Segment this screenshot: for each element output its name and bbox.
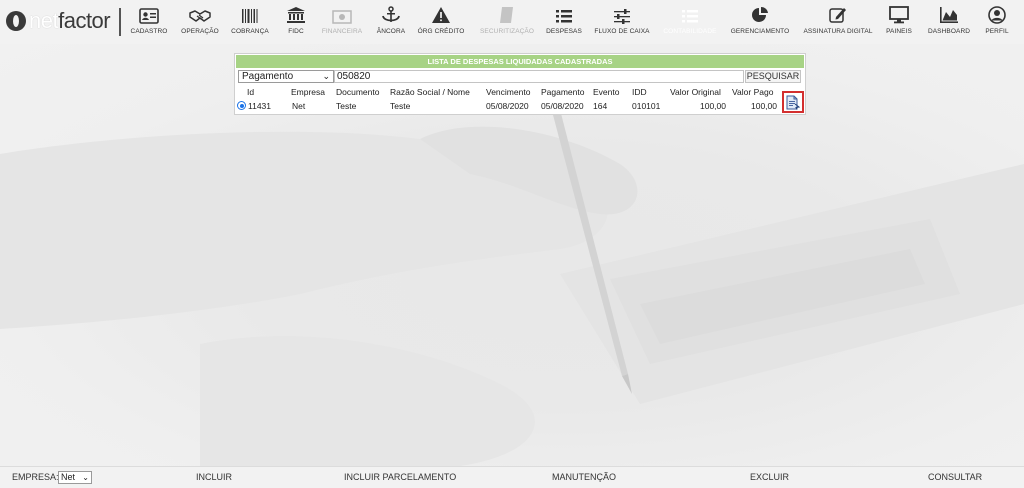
warning-icon: [431, 4, 451, 24]
nav-label: PERFIL: [985, 28, 1009, 35]
nav-label: SECURITIZAÇÃO: [479, 28, 535, 35]
empresa-label: EMPRESA:: [12, 472, 59, 482]
bank-icon: [286, 4, 306, 24]
column-header-documento: Documento: [336, 87, 380, 97]
nav-org-credito[interactable]: ÓRG CRÉDITO: [416, 4, 466, 42]
panel-title: LISTA DE DESPESAS LIQUIDADAS CADASTRADAS: [236, 55, 804, 68]
chevron-down-icon: ⌄: [322, 71, 330, 81]
nav-label: OPERAÇÃO: [181, 28, 219, 35]
nav-label: CONTABILIDADE: [663, 28, 717, 35]
nav-contabilidade[interactable]: CONTABILIDADE: [660, 4, 720, 42]
cell-razao-social: Teste: [390, 101, 411, 111]
document-icon: [786, 95, 800, 110]
nav-label: ASSINATURA DIGITAL: [803, 28, 873, 35]
despesas-panel: LISTA DE DESPESAS LIQUIDADAS CADASTRADAS…: [234, 53, 806, 115]
nav-dashboard[interactable]: DASHBOARD: [924, 4, 974, 42]
document-icon: [499, 4, 515, 24]
id-card-icon: [139, 4, 159, 24]
nav-ancora[interactable]: ÂNCORA: [374, 4, 408, 42]
empresa-select-value: Net: [61, 472, 76, 482]
nav-cadastro[interactable]: CADASTRO: [128, 4, 170, 42]
logo-divider: [119, 8, 121, 36]
row-radio[interactable]: [237, 101, 246, 110]
consultar-button[interactable]: CONSULTAR: [928, 472, 982, 482]
area-chart-icon: [939, 4, 959, 24]
filter-select-value: Pagamento: [242, 71, 294, 82]
cell-evento: 164: [593, 101, 608, 111]
cell-valor-original: 100,00: [700, 101, 726, 111]
search-input[interactable]: 050820: [334, 70, 744, 83]
column-header-id: Id: [247, 87, 255, 97]
column-header-valor-original: Valor Original: [670, 87, 721, 97]
column-header-idd: IDD: [632, 87, 647, 97]
user-icon: [988, 4, 1006, 24]
money-icon: [332, 4, 352, 24]
cell-id: 11431: [248, 101, 272, 111]
column-header-valor-pago: Valor Pago: [732, 87, 774, 97]
nav-label: DESPESAS: [546, 28, 582, 35]
monitor-icon: [889, 4, 909, 24]
search-button[interactable]: PESQUISAR: [745, 70, 801, 83]
incluir-button[interactable]: INCLUIR: [196, 472, 232, 482]
filter-select[interactable]: Pagamento ⌄: [238, 70, 334, 83]
nav-label: CADASTRO: [130, 28, 168, 35]
cell-valor-pago: 100,00: [751, 101, 777, 111]
nav-fidc[interactable]: FIDC: [280, 4, 312, 42]
cell-pagamento: 05/08/2020: [541, 101, 584, 111]
nav-gerenciamento[interactable]: GERENCIAMENTO: [730, 4, 790, 42]
nav-assinatura-digital[interactable]: ASSINATURA DIGITAL: [802, 4, 874, 42]
column-header-empresa: Empresa: [291, 87, 326, 97]
nav-label: DASHBOARD: [927, 28, 971, 35]
column-header-vencimento: Vencimento: [486, 87, 531, 97]
column-header-razao-social: Razão Social / Nome: [390, 87, 470, 97]
logo-text-factor: factor: [58, 8, 111, 33]
nav-paineis[interactable]: PAINEIS: [882, 4, 916, 42]
barcode-icon: [241, 4, 259, 24]
empresa-select[interactable]: Net ⌄: [58, 471, 92, 484]
column-header-pagamento: Pagamento: [541, 87, 585, 97]
nav-despesas[interactable]: DESPESAS: [544, 4, 584, 42]
nav-perfil[interactable]: PERFIL: [982, 4, 1012, 42]
bottom-action-bar: EMPRESA: Net ⌄ INCLUIR INCLUIR PARCELAME…: [0, 466, 1024, 488]
logo-text-net: net: [29, 8, 59, 33]
list-icon: [681, 4, 699, 24]
edit-icon: [829, 4, 847, 24]
cell-idd: 010101: [632, 101, 661, 111]
column-header-evento: Evento: [593, 87, 620, 97]
nav-operacao[interactable]: OPERAÇÃO: [180, 4, 220, 42]
cell-empresa: Net: [292, 101, 306, 111]
nav-label: PAINEIS: [886, 28, 912, 35]
manutencao-button[interactable]: MANUTENÇÃO: [552, 472, 616, 482]
anchor-icon: [381, 4, 401, 24]
list-icon: [555, 4, 573, 24]
nav-label: GERENCIAMENTO: [730, 28, 790, 35]
nav-cobranca[interactable]: COBRANÇA: [230, 4, 270, 42]
nav-label: FINANCEIRA: [321, 28, 363, 35]
nav-label: COBRANÇA: [231, 28, 269, 35]
nav-fluxo-de-caixa[interactable]: FLUXO DE CAIXA: [592, 4, 652, 42]
view-document-button[interactable]: [782, 91, 804, 113]
chevron-down-icon: ⌄: [82, 473, 89, 482]
sliders-icon: [613, 4, 631, 24]
nav-securitizacao[interactable]: SECURITIZAÇÃO: [478, 4, 536, 42]
handshake-icon: [189, 4, 211, 24]
nav-label: FIDC: [288, 28, 304, 35]
nav-label: ÂNCORA: [376, 28, 406, 35]
cell-vencimento: 05/08/2020: [486, 101, 529, 111]
netfactor-logo[interactable]: net factor: [6, 6, 111, 36]
nav-financeira[interactable]: FINANCEIRA: [320, 4, 364, 42]
nav-label: ÓRG CRÉDITO: [417, 28, 465, 35]
incluir-parcelamento-button[interactable]: INCLUIR PARCELAMENTO: [344, 472, 456, 482]
excluir-button[interactable]: EXCLUIR: [750, 472, 789, 482]
pie-chart-icon: [751, 4, 769, 24]
top-toolbar: net factor CADASTRO OPERAÇÃO COBRANÇA FI…: [0, 0, 1024, 44]
logo-mark-icon: [6, 11, 26, 31]
cell-documento: Teste: [336, 101, 357, 111]
nav-label: FLUXO DE CAIXA: [594, 28, 650, 35]
